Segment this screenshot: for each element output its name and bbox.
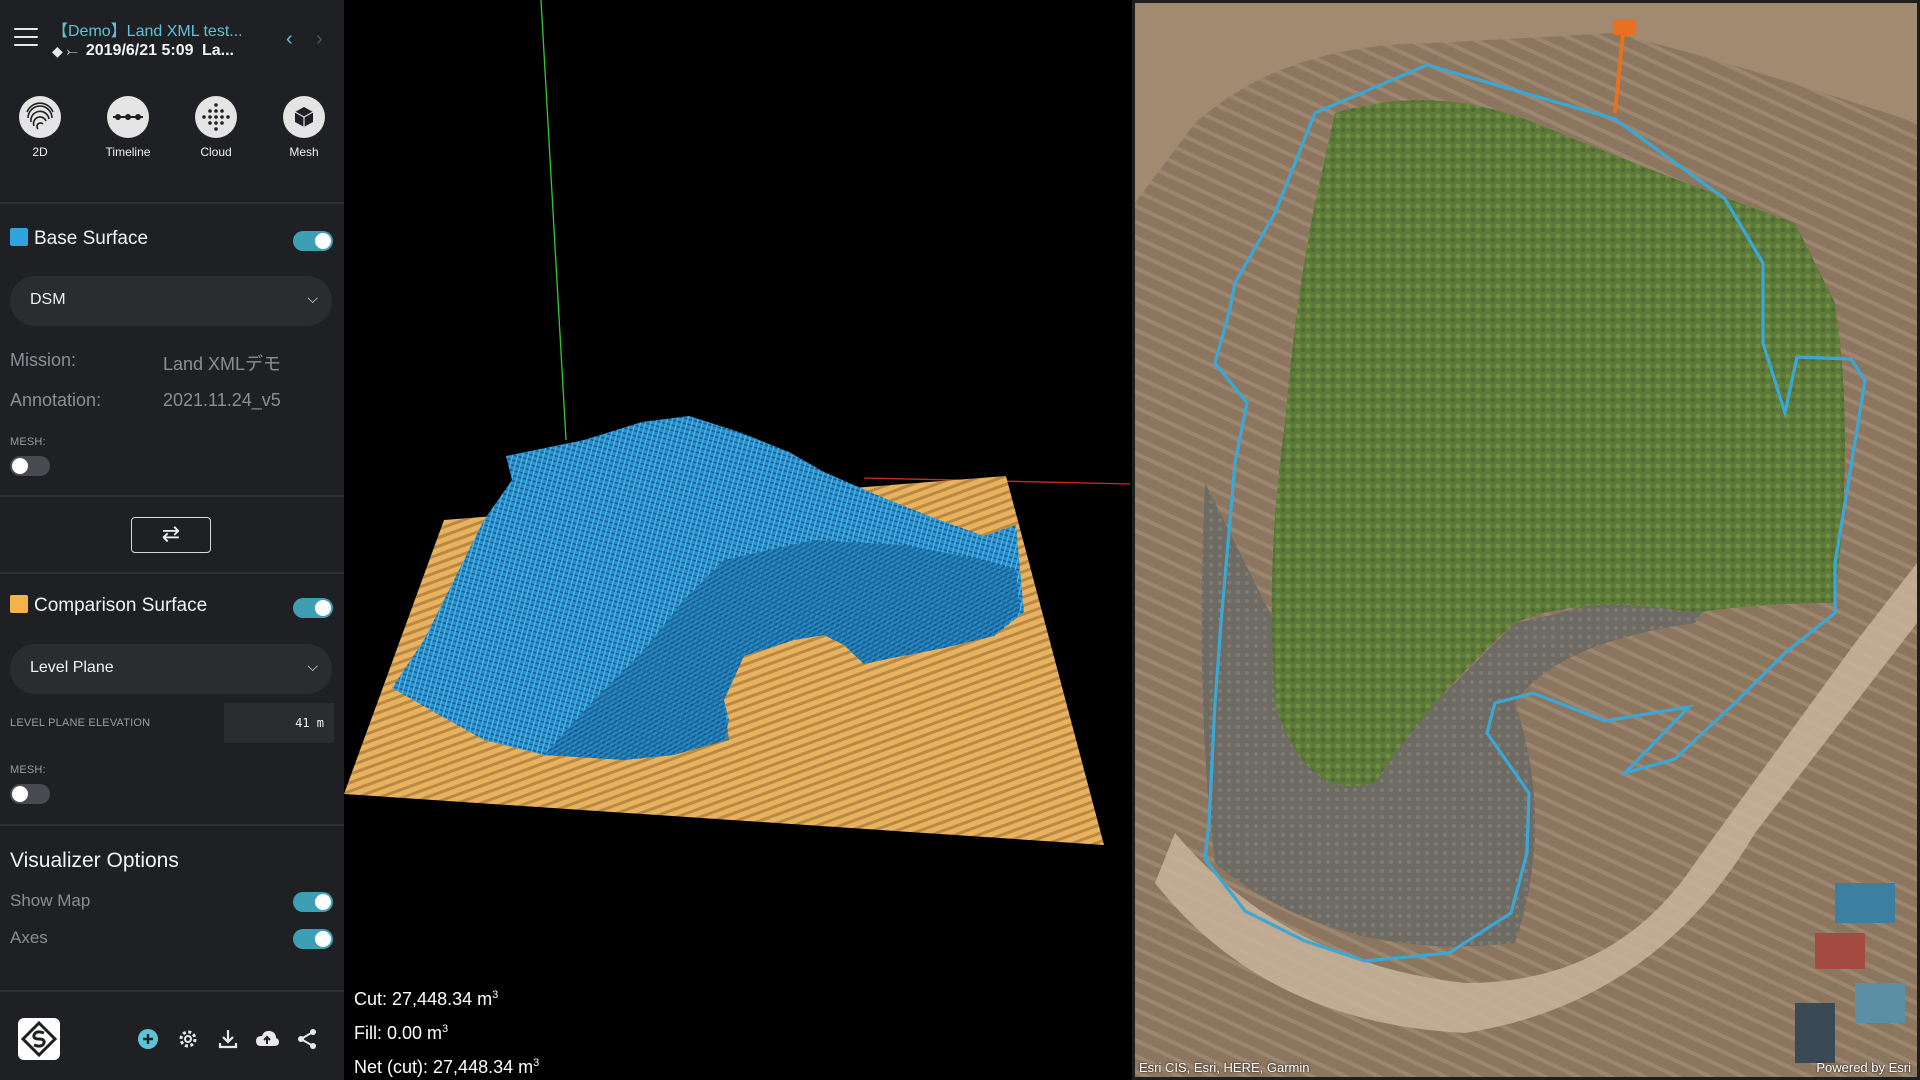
divider: [0, 202, 344, 204]
map-powered-by[interactable]: Powered by Esri: [1816, 1060, 1911, 1075]
annotation-label: Annotation:: [10, 390, 102, 410]
comparison-surface-title-text: Comparison Surface: [34, 595, 208, 616]
level-plane-elevation-input[interactable]: [224, 703, 334, 743]
project-date-row[interactable]: ◆ ⤚ 2019/6/21 5:09 La...: [52, 42, 278, 64]
net-stat: Net (cut): 27,448.34 m3: [354, 1048, 539, 1080]
sidebar-footer: [0, 990, 344, 1080]
annotation-value: 2021.11.24_v5: [163, 390, 281, 410]
project-header: 【Demo】Land XML test... ◆ ⤚ 2019/6/21 5:09…: [0, 0, 344, 80]
mission-value: Land XMLデモ: [163, 354, 282, 374]
settings-gear-icon[interactable]: [175, 1026, 201, 1052]
cut-value: 27,448.34 m: [392, 989, 493, 1009]
previous-date-chevron-icon[interactable]: ‹: [286, 28, 293, 51]
comparison-mesh-label: MESH:: [10, 764, 46, 776]
view-mode-label: 2D: [32, 145, 48, 159]
view-mode-2d[interactable]: 2D: [5, 96, 75, 161]
project-date: 2019/6/21 5:09: [85, 42, 194, 59]
project-date-suffix: La...: [201, 42, 234, 60]
cube-icon: [283, 96, 325, 138]
comparison-surface-select[interactable]: Level Plane ⌵: [10, 644, 332, 694]
view-mode-timeline[interactable]: Timeline: [93, 96, 163, 161]
view-mode-bar: 2D Timeline Cloud Mesh: [0, 96, 344, 196]
base-surface-toggle[interactable]: [293, 231, 333, 251]
sidebar: 【Demo】Land XML test... ◆ ⤚ 2019/6/21 5:09…: [0, 0, 344, 1080]
chevron-down-icon: ⌵: [307, 658, 318, 674]
y-axis-line: [540, 0, 567, 441]
unit-exponent: 3: [533, 1057, 540, 1069]
comparison-mesh-toggle[interactable]: [10, 784, 50, 804]
chevron-down-icon: ⌵: [307, 290, 318, 306]
add-circle-icon[interactable]: [135, 1026, 161, 1052]
swap-surfaces-button[interactable]: ⇄: [131, 517, 211, 553]
unit-exponent: 3: [442, 1023, 449, 1035]
project-title[interactable]: 【Demo】Land XML test...: [52, 17, 270, 41]
base-mesh-toggle[interactable]: [10, 456, 50, 476]
point-cloud-icon: [195, 96, 237, 138]
axes-label: Axes: [10, 928, 48, 947]
fill-label: Fill:: [354, 1023, 382, 1043]
volume-stats: Cut: 27,448.34 m3 Fill: 0.00 m3 Net (cut…: [354, 980, 539, 1080]
comparison-surface-selected: Level Plane: [30, 659, 114, 676]
fill-value: 0.00 m: [387, 1023, 443, 1043]
hamburger-menu-icon[interactable]: [14, 28, 38, 48]
satellite-imagery[interactable]: [1135, 3, 1917, 1077]
level-plane-elevation-label: LEVEL PLANE ELEVATION: [10, 717, 151, 729]
cut-stat: Cut: 27,448.34 m3: [354, 980, 539, 1014]
comparison-surface-color-swatch: [10, 595, 28, 613]
base-mesh-label: MESH:: [10, 436, 46, 448]
volume-3d-scene[interactable]: [344, 0, 1131, 1080]
base-surface-selected: DSM: [30, 291, 66, 308]
view-mode-label: Timeline: [105, 145, 151, 159]
satellite-map-view[interactable]: Esri CIS, Esri, HERE, Garmin Powered by …: [1132, 0, 1920, 1080]
cloud-upload-icon[interactable]: [254, 1026, 280, 1052]
view-mode-mesh[interactable]: Mesh: [269, 96, 339, 161]
view-mode-label: Cloud: [200, 145, 232, 159]
fill-stat: Fill: 0.00 m3: [354, 1014, 539, 1048]
axes-toggle[interactable]: [293, 929, 333, 949]
divider: [0, 495, 344, 497]
net-value: 27,448.34 m: [433, 1057, 534, 1077]
timeline-icon: [107, 96, 149, 138]
share-icon[interactable]: [294, 1026, 320, 1052]
base-surface-title-text: Base Surface: [34, 228, 149, 249]
download-icon[interactable]: [215, 1026, 241, 1052]
divider: [0, 824, 344, 826]
show-map-toggle[interactable]: [293, 892, 333, 912]
view-mode-cloud[interactable]: Cloud: [181, 96, 251, 161]
divider: [0, 572, 344, 574]
fingerprint-icon: [19, 96, 61, 138]
mission-label: Mission:: [10, 350, 77, 370]
comparison-surface-title: Comparison Surface: [10, 595, 207, 617]
visualizer-options-title: Visualizer Options: [10, 849, 179, 872]
view-mode-label: Mesh: [289, 145, 319, 159]
comparison-surface-toggle[interactable]: [293, 598, 333, 618]
unit-exponent: 3: [492, 989, 499, 1001]
next-date-chevron-icon[interactable]: ›: [316, 28, 323, 51]
net-label: Net (cut):: [354, 1057, 429, 1077]
map-attribution[interactable]: Esri CIS, Esri, HERE, Garmin: [1139, 1060, 1309, 1075]
volume-3d-viewer[interactable]: Cut: 27,448.34 m3 Fill: 0.00 m3 Net (cut…: [344, 0, 1131, 1080]
flight-path-icon: ◆ ⤚: [52, 42, 78, 59]
base-surface-color-swatch: [10, 228, 28, 246]
base-surface-select[interactable]: DSM ⌵: [10, 276, 332, 326]
show-map-label: Show Map: [10, 891, 91, 910]
cut-label: Cut:: [354, 989, 388, 1009]
app-logo-icon[interactable]: [18, 1018, 60, 1060]
base-surface-title: Base Surface: [10, 228, 148, 250]
